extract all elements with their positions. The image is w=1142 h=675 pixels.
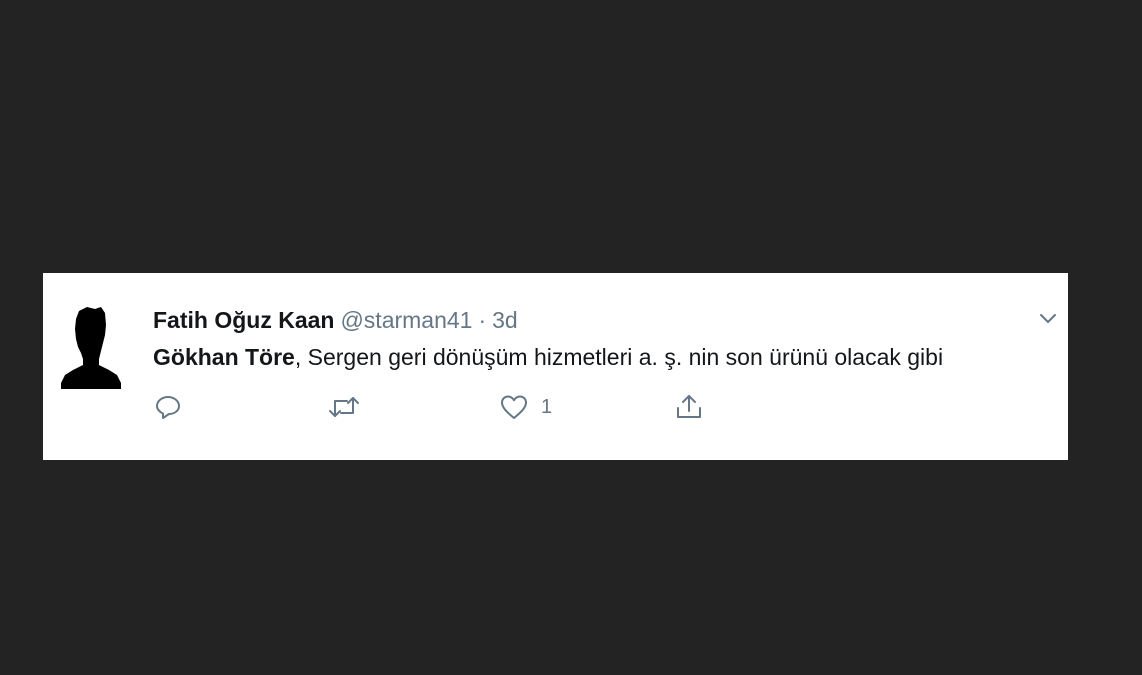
timestamp[interactable]: 3d bbox=[492, 307, 518, 333]
share-button[interactable] bbox=[674, 391, 704, 423]
reply-button[interactable] bbox=[153, 391, 183, 423]
page: Fatih Oğuz Kaan @starman41 · 3d Gökhan Töre… bbox=[0, 0, 1142, 675]
chevron-down-icon bbox=[1040, 314, 1056, 323]
heart-icon bbox=[501, 395, 527, 419]
tweet-body: , Sergen geri dönüşüm hizmetleri a. ş. n… bbox=[294, 344, 944, 370]
reply-icon bbox=[156, 396, 180, 419]
avatar[interactable] bbox=[59, 303, 123, 393]
tweet-text: Gökhan Töre, Sergen geri dönüşüm hizmetl… bbox=[153, 343, 943, 371]
tweet-card[interactable]: Fatih Oğuz Kaan @starman41 · 3d Gökhan Töre… bbox=[43, 273, 1068, 460]
retweet-button[interactable] bbox=[327, 391, 361, 423]
separator-dot: · bbox=[478, 307, 487, 333]
tweet-header: Fatih Oğuz Kaan @starman41 · 3d bbox=[153, 306, 518, 334]
tweet-actions: 1 bbox=[153, 391, 733, 423]
tweet-menu-button[interactable] bbox=[1038, 309, 1058, 329]
user-handle[interactable]: @starman41 bbox=[340, 307, 472, 333]
mention-link[interactable]: Gökhan Töre bbox=[153, 344, 295, 370]
like-button[interactable]: 1 bbox=[499, 391, 552, 423]
like-count: 1 bbox=[541, 395, 553, 418]
retweet-icon bbox=[329, 397, 359, 417]
share-icon bbox=[677, 395, 701, 418]
user-silhouette-icon bbox=[61, 307, 121, 389]
display-name[interactable]: Fatih Oğuz Kaan bbox=[153, 307, 334, 333]
